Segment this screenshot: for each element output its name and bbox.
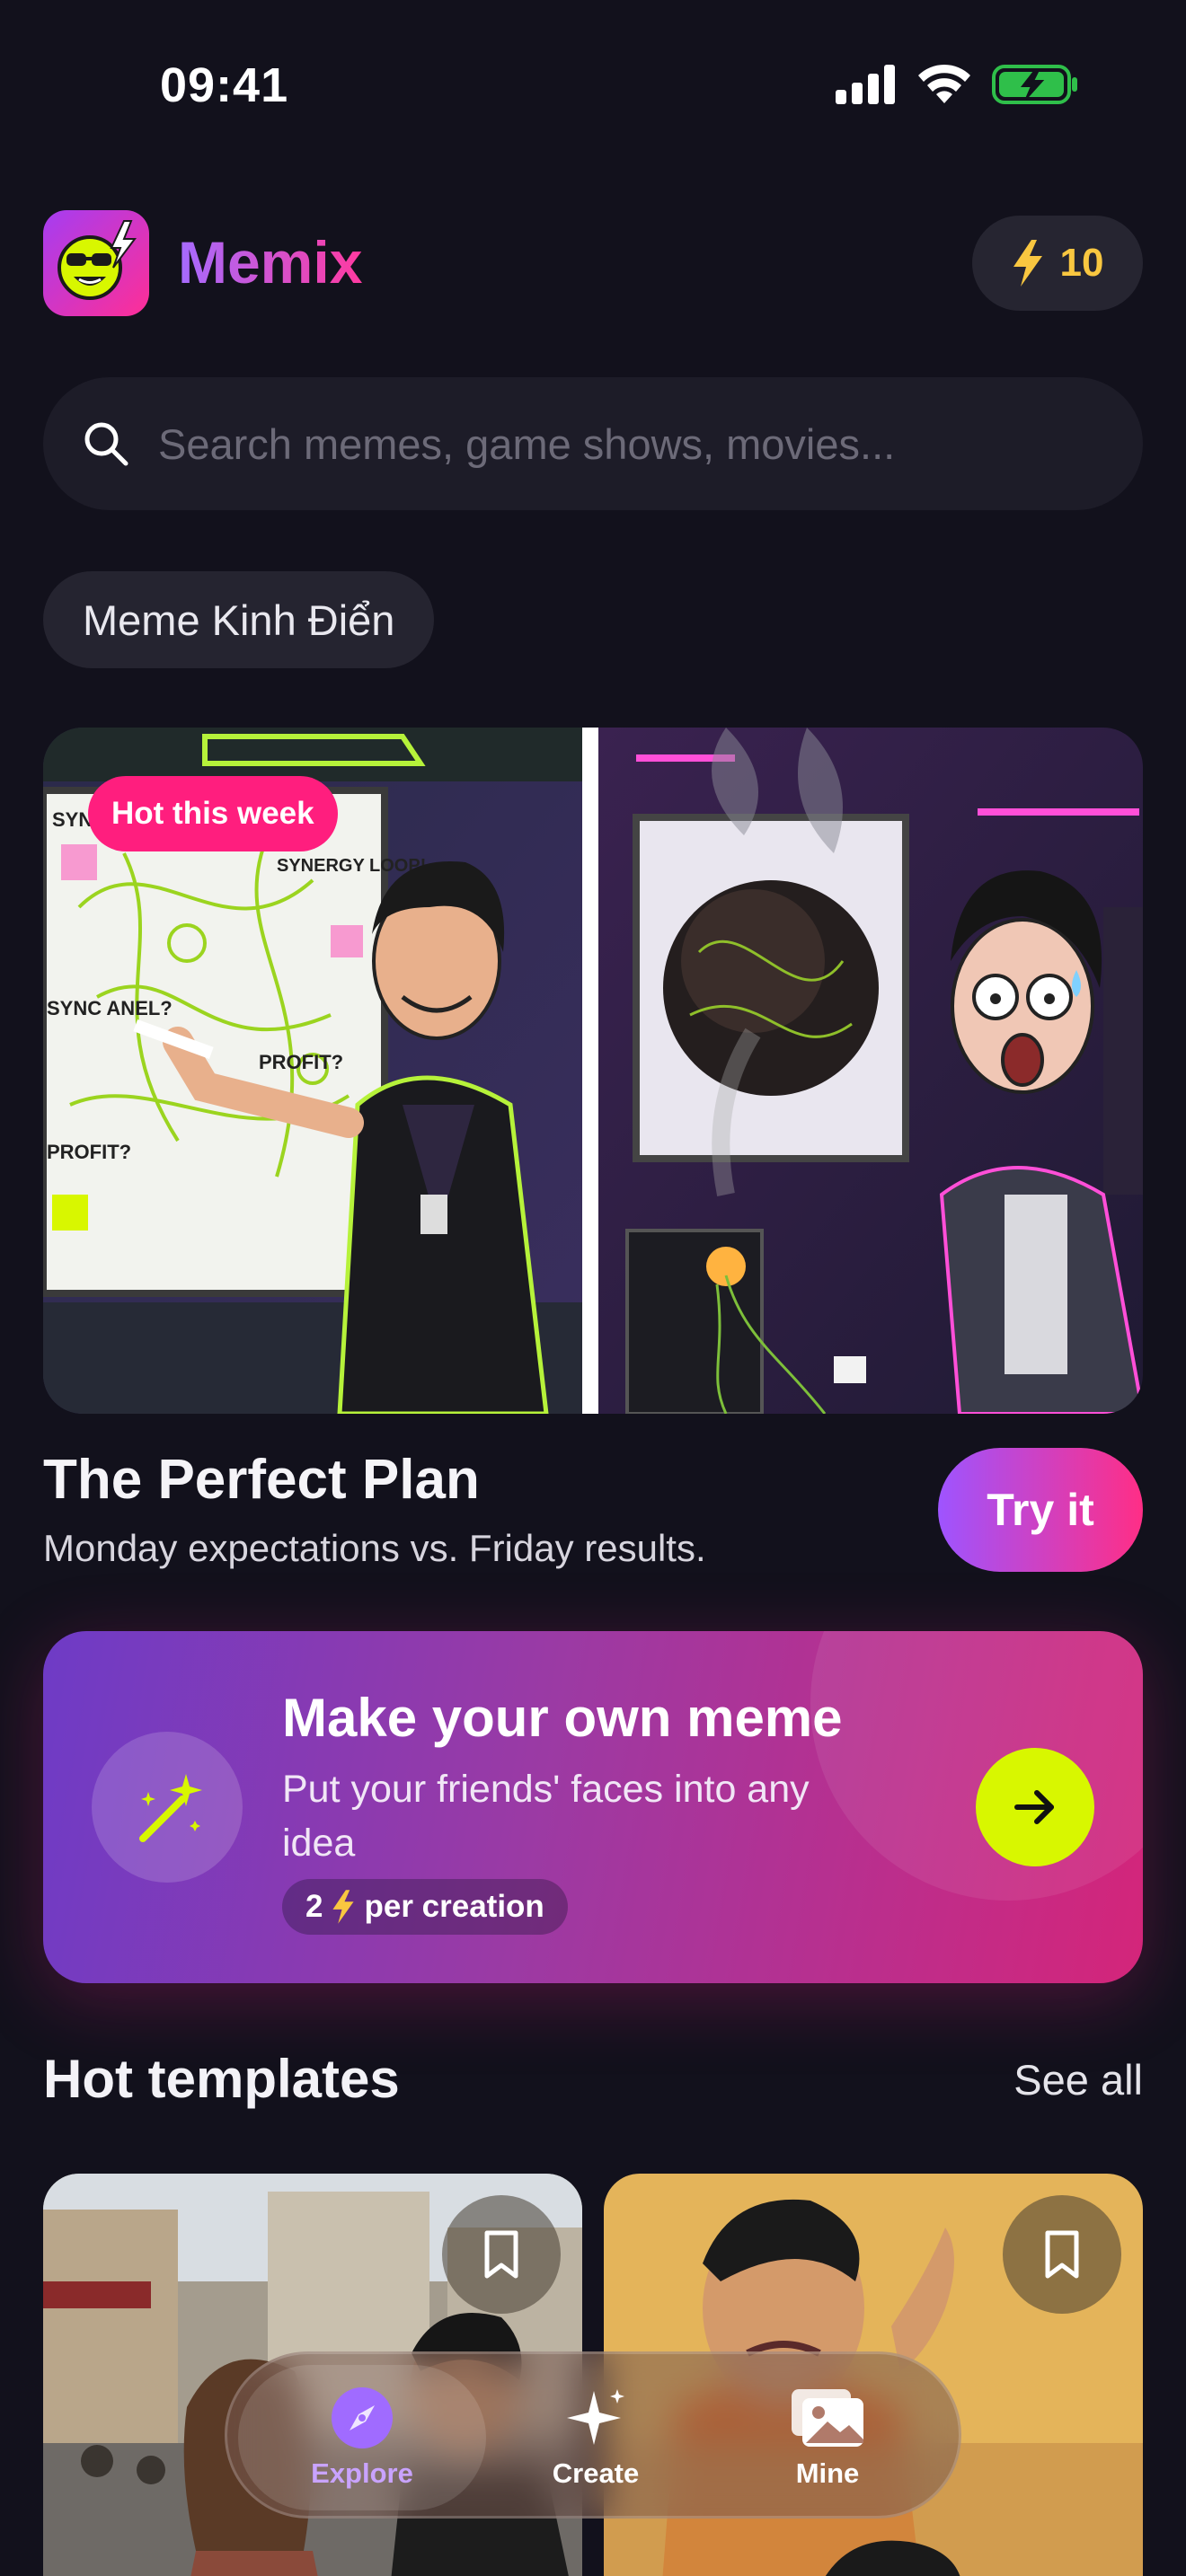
tab-explore[interactable]: Explore <box>238 2365 486 2510</box>
hot-this-week-badge: Hot this week <box>88 776 338 851</box>
hero-title: The Perfect Plan <box>43 1449 480 1511</box>
tab-label-explore: Explore <box>311 2457 413 2489</box>
hot-templates-title: Hot templates <box>43 2049 400 2109</box>
tab-label-mine: Mine <box>795 2457 860 2489</box>
whiteboard-text-2: SYNERGY LOOP! <box>277 856 426 876</box>
compass-icon <box>332 2387 393 2448</box>
credits-button[interactable]: 10 <box>972 216 1143 311</box>
app-logo <box>43 210 149 316</box>
make-your-own-meme-card[interactable]: Make your own meme Put your friends' fac… <box>43 1631 1143 1983</box>
lightning-bolt-icon <box>1013 240 1042 287</box>
try-it-button[interactable]: Try it <box>938 1448 1143 1572</box>
tab-label-create: Create <box>552 2457 640 2489</box>
status-time: 09:41 <box>160 58 289 112</box>
promo-glow <box>810 1631 1143 1901</box>
see-all-link[interactable]: See all <box>1013 2055 1143 2104</box>
explore-screen: 09:41 Memix 10 Search memes, game shows,… <box>0 0 1186 2576</box>
status-bar: 09:41 <box>0 0 1186 171</box>
battery-charging-icon <box>992 65 1077 104</box>
category-chip-classic-memes[interactable]: Meme Kinh Điển <box>43 571 435 668</box>
whiteboard-text-3: SYNC ANEL? <box>47 997 173 1019</box>
credits-count: 10 <box>1059 241 1104 285</box>
cellular-signal-icon <box>836 65 895 104</box>
promo-cost-badge: 2 per creation <box>282 1879 568 1935</box>
wifi-icon <box>918 64 970 103</box>
app-name: Memix <box>178 229 363 296</box>
whiteboard-text-5: PROFIT? <box>47 1141 131 1163</box>
status-icons <box>836 63 1078 106</box>
sparkle-icon <box>567 2389 624 2445</box>
promo-title: Make your own meme <box>282 1688 843 1748</box>
bookmark-button[interactable] <box>442 2195 561 2314</box>
search-icon <box>84 422 128 466</box>
arrow-right-icon <box>1014 1790 1054 1824</box>
promo-cost-suffix: per creation <box>364 1889 544 1924</box>
promo-icon-circle <box>92 1732 243 1883</box>
promo-arrow-button[interactable] <box>976 1748 1094 1866</box>
hero-subtitle: Monday expectations vs. Friday results. <box>43 1527 706 1569</box>
whiteboard-text-4: PROFIT? <box>259 1051 343 1073</box>
promo-description: Put your friends' faces into any idea <box>282 1768 810 1865</box>
sunglasses-emoji-logo-icon <box>58 220 137 300</box>
bottom-tab-bar: Explore Create Mine <box>225 2351 961 2519</box>
lightning-bolt-icon <box>332 1890 355 1924</box>
promo-cost-number: 2 <box>305 1889 323 1924</box>
magic-wand-icon <box>139 1774 202 1842</box>
bookmark-icon <box>1045 2230 1079 2279</box>
bookmark-icon <box>484 2230 518 2279</box>
tab-create[interactable]: Create <box>472 2354 720 2521</box>
search-input[interactable]: Search memes, game shows, movies... <box>43 377 1143 510</box>
bookmark-button[interactable] <box>1003 2195 1121 2314</box>
search-placeholder: Search memes, game shows, movies... <box>158 419 896 468</box>
app-header: Memix 10 <box>43 210 1143 316</box>
photos-icon <box>792 2389 863 2447</box>
tab-mine[interactable]: Mine <box>704 2354 951 2521</box>
